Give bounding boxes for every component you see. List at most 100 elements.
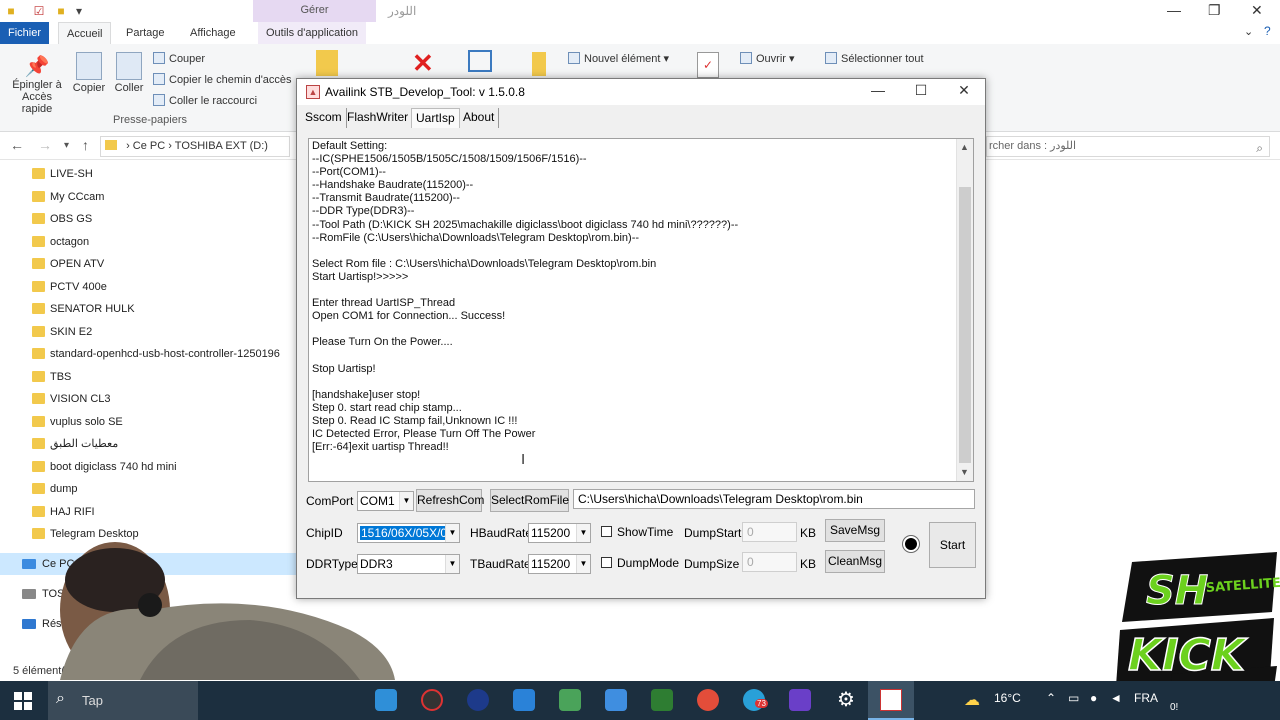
nav-folder-item[interactable]: معطيات الطبق	[0, 433, 296, 455]
start-button[interactable]: Start	[929, 522, 976, 568]
tab-about[interactable]: About	[459, 108, 500, 128]
hbaudrate-select[interactable]: 115200 ▼	[528, 523, 591, 543]
tab-share[interactable]: Partage	[118, 22, 173, 44]
microphone-icon[interactable]: ●	[1090, 691, 1097, 705]
rom-path-field[interactable]: C:\Users\hicha\Downloads\Telegram Deskto…	[573, 489, 975, 509]
nav-folder-item[interactable]: vuplus solo SE	[0, 411, 296, 433]
maximize-icon[interactable]: ❐	[1208, 2, 1221, 19]
log-output[interactable]: Default Setting: --IC(SPHE1506/1505B/150…	[308, 138, 974, 482]
tab-app-tools[interactable]: Outils d'application	[258, 22, 366, 44]
nav-toshiba-drive[interactable]: TOSH	[0, 583, 296, 605]
recent-chevron-icon[interactable]: ▾	[64, 140, 69, 151]
showtime-checkbox[interactable]: ShowTime	[601, 525, 673, 539]
scroll-up-icon[interactable]: ▲	[960, 142, 969, 152]
nav-folder-item[interactable]: dump	[0, 478, 296, 500]
weather-temp[interactable]: 16°C	[994, 691, 1021, 705]
close-icon[interactable]: ✕	[1251, 2, 1263, 19]
nav-folder-item[interactable]: My CCcam	[0, 186, 296, 208]
back-arrow-icon[interactable]: ←	[10, 137, 24, 153]
nav-network[interactable]: Résea	[0, 613, 296, 635]
new-item-button[interactable]: Nouvel élément ▾	[568, 52, 669, 65]
dumpmode-checkbox[interactable]: DumpMode	[601, 556, 679, 570]
availink-taskbar-button[interactable]	[868, 681, 914, 720]
files-app-icon[interactable]	[375, 689, 397, 711]
nav-folder-item[interactable]: VISION CL3	[0, 388, 296, 410]
folder-icon[interactable]: ■	[4, 4, 18, 18]
refresh-com-button[interactable]: RefreshCom	[416, 489, 484, 512]
tool-app-icon[interactable]	[559, 689, 581, 711]
forward-arrow-icon[interactable]: →	[38, 137, 52, 153]
breadcrumb-drive[interactable]: TOSHIBA EXT (D:)	[175, 140, 268, 152]
tab-flashwriter[interactable]: FlashWriter	[343, 108, 414, 128]
tbaudrate-select[interactable]: 115200 ▼	[528, 554, 591, 574]
log-scrollbar[interactable]: ▲ ▼	[956, 139, 973, 481]
minimize-icon[interactable]: —	[1167, 2, 1181, 18]
media-app-icon[interactable]	[467, 689, 489, 711]
explorer-app-icon[interactable]	[513, 689, 535, 711]
nav-folder-item[interactable]: OPEN ATV	[0, 253, 296, 275]
move-to-icon[interactable]	[316, 50, 338, 76]
tab-view[interactable]: Affichage	[182, 22, 244, 44]
nav-folder-item[interactable]: OBS GS	[0, 208, 296, 230]
taskbar-search[interactable]: ⌕ Tap	[48, 681, 198, 720]
chipid-select[interactable]: 1516/06X/05X/0 ▼	[357, 523, 460, 543]
tab-sscom[interactable]: Sscom	[301, 108, 347, 128]
network-icon[interactable]: ▭	[1068, 691, 1079, 705]
copy-button[interactable]: Copier	[72, 52, 106, 94]
delete-icon[interactable]: ✕	[412, 48, 434, 79]
chrome-app-icon[interactable]	[697, 689, 719, 711]
nav-folder-item[interactable]: TBS	[0, 366, 296, 388]
pin-quick-access-button[interactable]: 📌 Épingler à Accès rapide	[6, 54, 68, 115]
windows-start-icon[interactable]	[14, 692, 32, 710]
save-msg-button[interactable]: SaveMsg	[825, 519, 885, 542]
dumpstart-input[interactable]: 0	[742, 522, 797, 542]
nav-folder-item[interactable]: boot digiclass 740 hd mini	[0, 456, 296, 478]
select-rom-file-button[interactable]: SelectRomFile	[490, 489, 569, 512]
search-input[interactable]: rcher dans : اللودر ⌕	[986, 136, 1270, 157]
minimize-icon[interactable]: —	[863, 82, 893, 98]
language-indicator[interactable]: FRA	[1134, 691, 1158, 705]
nav-folder-item[interactable]: PCTV 400e	[0, 276, 296, 298]
scroll-thumb[interactable]	[959, 187, 971, 463]
comport-select[interactable]: COM1 ▼	[357, 491, 414, 511]
new-folder-big-icon[interactable]	[532, 52, 546, 76]
cut-button[interactable]: Couper	[153, 52, 205, 65]
app-icon[interactable]	[789, 689, 811, 711]
chevron-down-icon[interactable]: ▾	[72, 4, 86, 18]
dumpsize-input[interactable]: 0	[742, 552, 797, 572]
chevron-down-icon[interactable]: ⌄	[1244, 25, 1253, 38]
address-bar[interactable]: › Ce PC › TOSHIBA EXT (D:)	[100, 136, 290, 157]
properties-icon[interactable]: ☑	[32, 4, 46, 18]
maximize-icon[interactable]: ☐	[906, 82, 936, 99]
clean-msg-button[interactable]: CleanMsg	[825, 550, 885, 573]
nav-folder-item[interactable]: SENATOR HULK	[0, 298, 296, 320]
nav-folder-item[interactable]: octagon	[0, 231, 296, 253]
breadcrumb-this-pc[interactable]: Ce PC	[133, 140, 165, 152]
nav-folder-item[interactable]: SKIN E2	[0, 321, 296, 343]
help-icon[interactable]: ?	[1264, 24, 1271, 38]
gear-icon[interactable]: ⚙	[835, 689, 857, 711]
ddrtype-select[interactable]: DDR3 ▼	[357, 554, 460, 574]
volume-icon[interactable]: ◄	[1110, 691, 1122, 705]
rename-icon[interactable]	[468, 50, 492, 72]
properties-big-icon[interactable]: ✓	[697, 52, 719, 78]
nav-folder-item[interactable]: LIVE-SH	[0, 163, 296, 185]
clock[interactable]: 0!	[1170, 702, 1178, 713]
nav-folder-item[interactable]: standard-openhcd-usb-host-controller-125…	[0, 343, 296, 365]
paste-button[interactable]: Coller	[112, 52, 146, 94]
nav-folder-item[interactable]: Telegram Desktop	[0, 523, 296, 545]
chevron-up-icon[interactable]: ⌃	[1046, 691, 1056, 705]
copy-path-button[interactable]: Copier le chemin d'accès	[153, 73, 292, 86]
nav-this-pc[interactable]: Ce PC	[0, 553, 296, 575]
tab-file[interactable]: Fichier	[0, 22, 50, 44]
telegram-app-icon[interactable]: 73	[743, 689, 768, 711]
close-icon[interactable]: ✕	[949, 82, 979, 99]
scroll-down-icon[interactable]: ▼	[960, 467, 969, 477]
up-arrow-icon[interactable]: ↑	[82, 137, 89, 153]
open-button[interactable]: Ouvrir ▾	[740, 52, 795, 65]
select-all-button[interactable]: Sélectionner tout	[825, 52, 924, 65]
new-folder-icon[interactable]: ■	[54, 4, 68, 18]
store-app-icon[interactable]	[651, 689, 673, 711]
nav-folder-item[interactable]: HAJ RIFI	[0, 501, 296, 523]
obs-app-icon[interactable]	[421, 689, 443, 711]
